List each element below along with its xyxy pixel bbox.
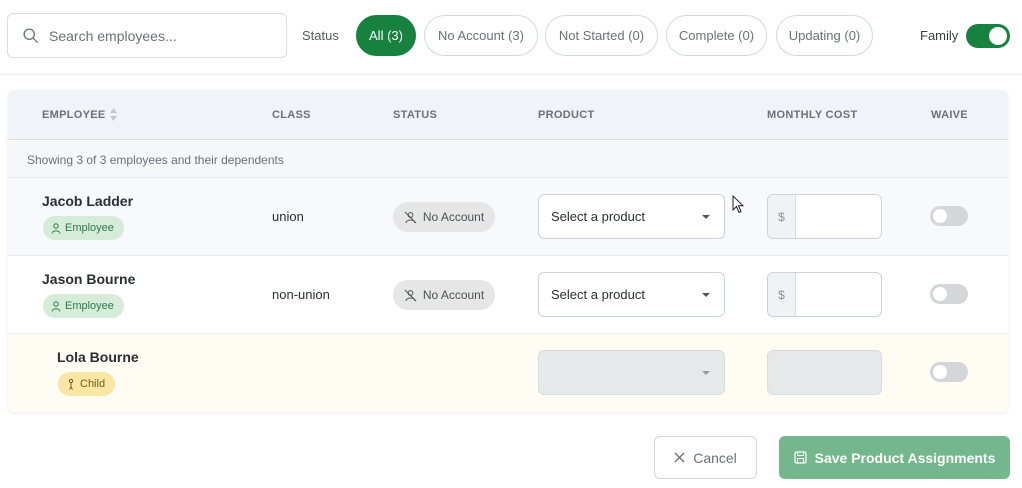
product-select[interactable]: Select a product	[538, 194, 725, 239]
column-header-waive: WAIVE	[931, 109, 968, 121]
table-row: Lola Bourne Child	[8, 334, 1008, 412]
search-box[interactable]	[7, 13, 287, 58]
employee-name: Jason Bourne	[42, 271, 136, 287]
badge-label: Child	[80, 378, 106, 390]
chevron-down-icon	[702, 215, 710, 219]
class-value: non-union	[272, 287, 330, 302]
status-badge: No Account	[393, 280, 495, 310]
badge-label: Employee	[65, 300, 114, 312]
family-toggle-label: Family	[920, 28, 959, 43]
close-icon	[674, 452, 685, 463]
divider	[0, 74, 1022, 75]
status-filter-label: Status	[302, 28, 339, 43]
monthly-cost-input[interactable]: $	[767, 272, 882, 317]
column-header-monthly-cost: MONTHLY COST	[767, 109, 858, 121]
summary-text: Showing 3 of 3 employees and their depen…	[27, 153, 284, 167]
waive-toggle[interactable]	[930, 284, 968, 304]
employee-name: Jacob Ladder	[42, 193, 134, 209]
employee-badge: Employee	[43, 294, 124, 318]
waive-toggle[interactable]	[930, 206, 968, 226]
person-icon	[51, 300, 61, 312]
filter-pill-no-account[interactable]: No Account (3)	[424, 15, 538, 56]
search-icon	[23, 28, 38, 43]
table-summary: Showing 3 of 3 employees and their depen…	[8, 141, 1008, 178]
column-header-product: PRODUCT	[538, 109, 595, 121]
filter-pill-not-started[interactable]: Not Started (0)	[545, 15, 658, 56]
chevron-down-icon	[702, 371, 710, 375]
cancel-button[interactable]: Cancel	[654, 436, 757, 479]
column-header-employee[interactable]: EMPLOYEE	[42, 109, 106, 121]
product-select[interactable]: Select a product	[538, 272, 725, 317]
monthly-cost-input	[767, 350, 882, 395]
waive-toggle[interactable]	[930, 362, 968, 382]
filter-pill-updating[interactable]: Updating (0)	[776, 15, 873, 56]
no-account-icon	[404, 289, 417, 301]
child-badge: Child	[58, 372, 116, 396]
chevron-down-icon	[702, 293, 710, 297]
currency-prefix: $	[768, 195, 796, 238]
column-header-status: STATUS	[393, 109, 438, 121]
badge-label: Employee	[65, 222, 114, 234]
family-toggle[interactable]	[966, 24, 1010, 48]
sort-icon[interactable]	[109, 107, 118, 122]
search-input[interactable]	[49, 27, 269, 44]
product-select-value: Select a product	[551, 209, 645, 224]
status-label: No Account	[422, 210, 485, 224]
save-button-label: Save Product Assignments	[814, 449, 996, 466]
column-header-class: CLASS	[272, 109, 311, 121]
currency-prefix: $	[768, 273, 796, 316]
person-icon	[51, 222, 61, 234]
dependent-name: Lola Bourne	[57, 349, 139, 365]
product-select	[538, 350, 725, 395]
save-product-assignments-button[interactable]: Save Product Assignments	[779, 436, 1010, 479]
filter-pill-all[interactable]: All (3)	[356, 15, 416, 56]
product-select-value: Select a product	[551, 287, 645, 302]
table-row: Jacob Ladder Employee union No Account S…	[8, 178, 1008, 256]
filter-pill-complete[interactable]: Complete (0)	[666, 15, 767, 56]
employee-badge: Employee	[43, 216, 124, 240]
class-value: union	[272, 209, 304, 224]
status-badge: No Account	[393, 202, 495, 232]
save-icon	[794, 451, 807, 464]
cancel-button-label: Cancel	[693, 449, 737, 466]
no-account-icon	[404, 211, 417, 223]
employee-table: EMPLOYEE CLASS STATUS PRODUCT MONTHLY CO…	[8, 90, 1008, 412]
table-header: EMPLOYEE CLASS STATUS PRODUCT MONTHLY CO…	[8, 90, 1008, 140]
child-icon	[68, 378, 74, 390]
cursor-icon	[732, 195, 744, 214]
table-row: Jason Bourne Employee non-union No Accou…	[8, 256, 1008, 334]
status-label: No Account	[422, 288, 485, 302]
monthly-cost-input[interactable]: $	[767, 194, 882, 239]
